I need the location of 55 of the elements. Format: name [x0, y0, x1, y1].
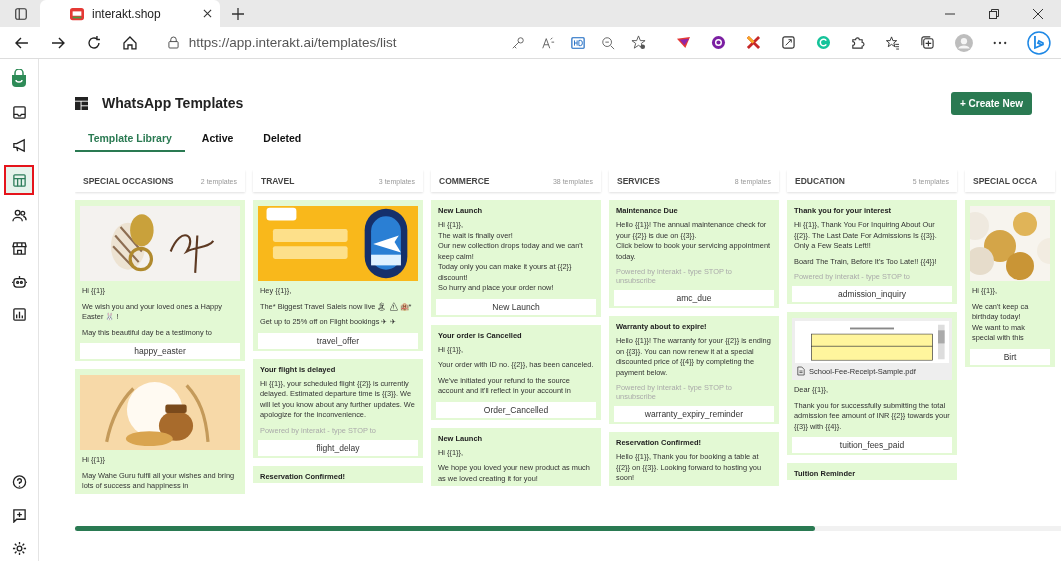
favorites-icon[interactable]: [885, 35, 901, 50]
screenshot-icon[interactable]: [780, 35, 796, 50]
template-name: admission_inquiry: [792, 286, 952, 302]
browser-tab[interactable]: interakt.shop: [40, 0, 220, 27]
tab-title: interakt.shop: [92, 6, 162, 21]
hd-icon[interactable]: [570, 35, 585, 50]
category-title: SERVICES: [617, 176, 660, 186]
extension-icon[interactable]: [745, 35, 761, 50]
tab[interactable]: Deleted: [250, 127, 315, 152]
collections-icon[interactable]: [920, 35, 936, 50]
template-name: warranty_expiry_reminder: [614, 406, 774, 422]
home-icon[interactable]: [121, 34, 138, 51]
close-icon[interactable]: [203, 9, 212, 18]
template-name: Order_Cancelled: [436, 401, 596, 418]
template-name: amc_due: [614, 290, 774, 306]
category-title: SPECIAL OCCA: [973, 176, 1038, 186]
category-title: TRAVEL: [261, 176, 295, 186]
extension-icon[interactable]: [675, 35, 691, 50]
templates-icon[interactable]: [4, 165, 34, 195]
template-card[interactable]: [609, 316, 779, 424]
shopping-bag-logo-icon[interactable]: [10, 69, 28, 87]
template-name: tuition_fees_paid: [792, 437, 952, 453]
page-title: WhatsApp Templates: [102, 95, 244, 111]
template-name: New Launch: [436, 298, 596, 315]
template-name: happy_easter: [80, 343, 240, 359]
extension-icon[interactable]: [710, 35, 726, 50]
zoom-out-icon[interactable]: [600, 35, 615, 50]
tab[interactable]: Active: [188, 127, 247, 152]
site-logo-icon: [70, 6, 84, 21]
template-card[interactable]: [253, 358, 423, 458]
read-aloud-icon[interactable]: [540, 35, 555, 50]
template-name: Birt: [970, 348, 1050, 365]
url-text: https://app.interakt.ai/templates/list: [188, 35, 397, 50]
create-new-button[interactable]: + Create New: [950, 91, 1032, 115]
tab[interactable]: Template Library: [75, 127, 185, 152]
new-tab-icon[interactable]: [232, 7, 244, 20]
template-card[interactable]: [787, 200, 957, 304]
more-icon[interactable]: [993, 40, 1008, 45]
category-title: COMMERCE: [439, 176, 490, 186]
category-title: SPECIAL OCCASIONS: [83, 176, 174, 186]
file-icon: [797, 366, 805, 376]
category-title: EDUCATION: [795, 176, 845, 186]
tab-actions-icon[interactable]: [14, 6, 28, 21]
template-name: flight_delay: [258, 439, 418, 456]
close-icon[interactable]: [1033, 8, 1043, 19]
extensions-puzzle-icon[interactable]: [850, 35, 866, 50]
chat-assistant-icon[interactable]: [1027, 30, 1051, 55]
refresh-icon[interactable]: [85, 34, 102, 51]
favorite-star-icon[interactable]: [630, 35, 646, 50]
templates-icon: [75, 96, 88, 110]
restore-icon[interactable]: [989, 8, 999, 19]
template-name: travel_offer: [258, 332, 418, 349]
horizontal-scrollbar[interactable]: [75, 526, 1061, 531]
lock-icon: [167, 36, 179, 49]
key-icon[interactable]: [510, 35, 525, 50]
